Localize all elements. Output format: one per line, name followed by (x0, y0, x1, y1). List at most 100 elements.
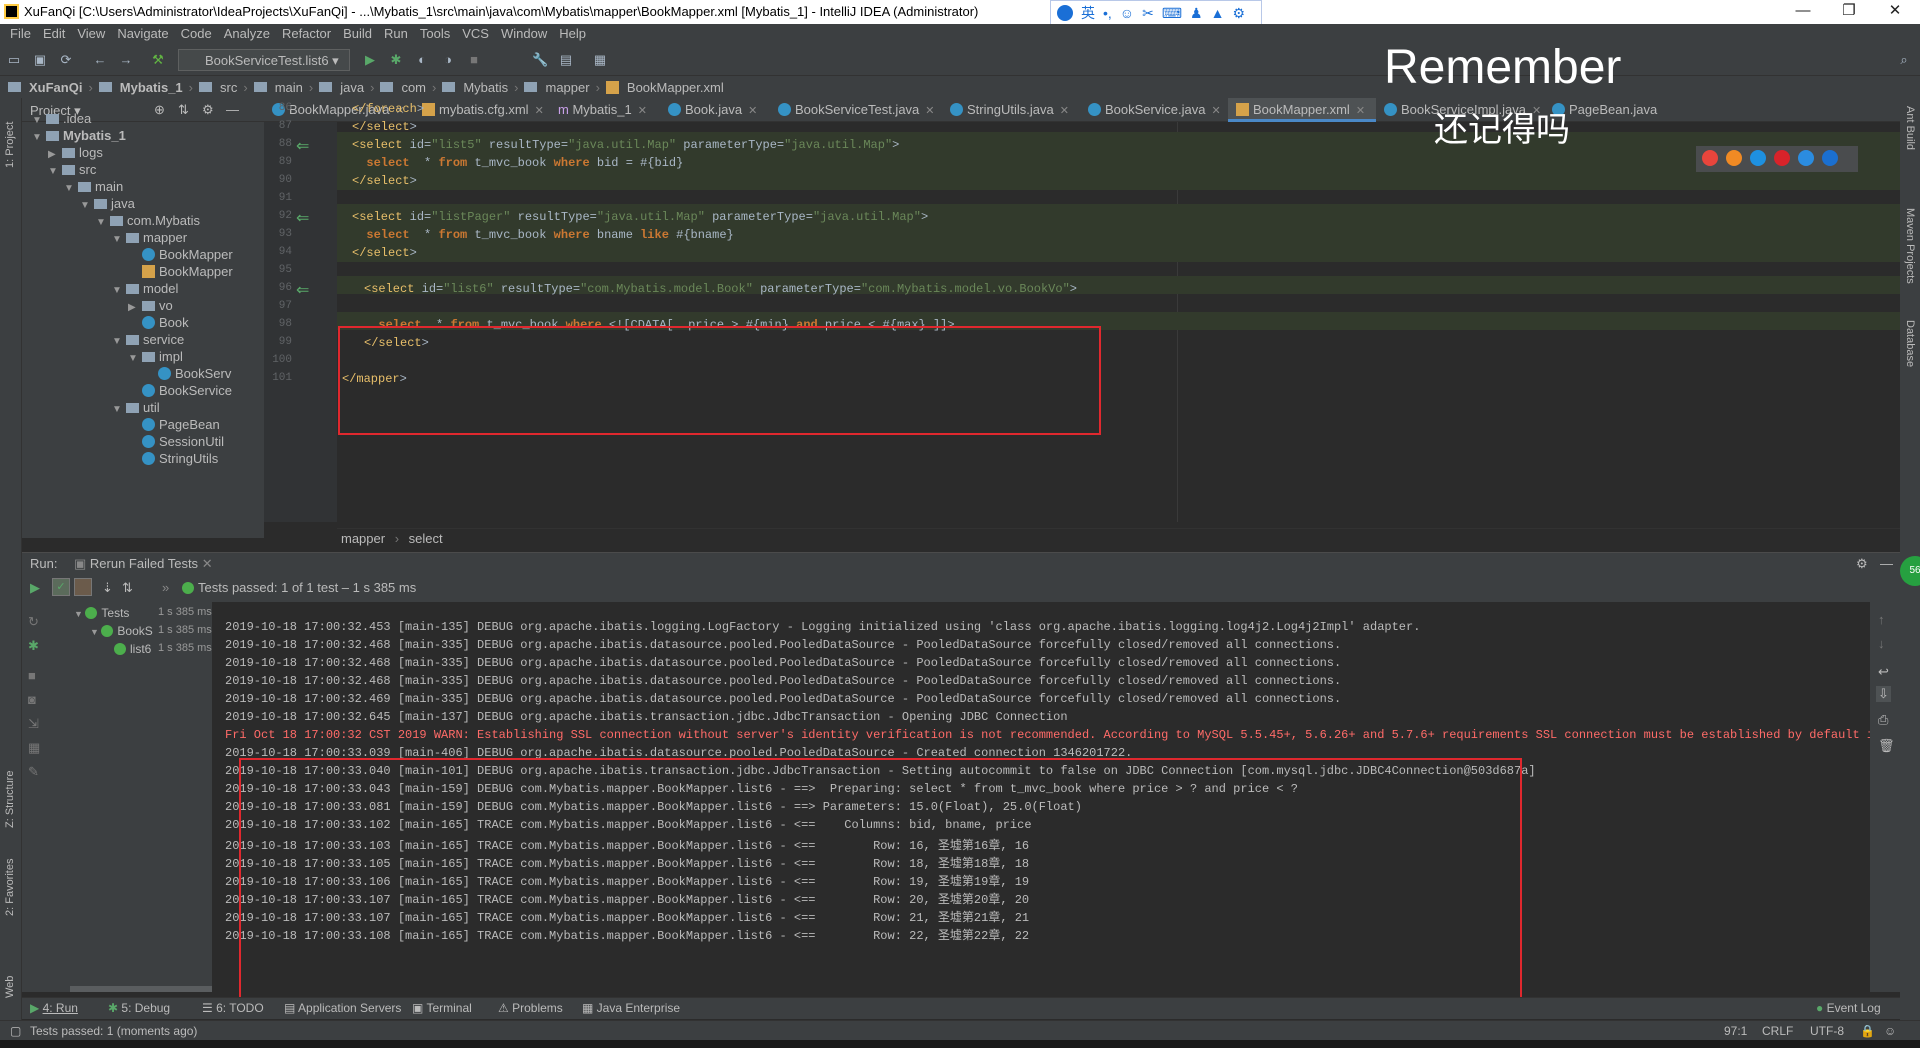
tool-window-structure[interactable]: Z: Structure (4, 771, 16, 828)
test-node[interactable]: ▼ Tests1 s 385 ms (74, 606, 129, 620)
line-separator[interactable]: CRLF (1762, 1024, 1793, 1038)
sort-duration-icon[interactable]: ⇅ (122, 580, 133, 596)
horizontal-scrollbar[interactable] (70, 986, 212, 992)
test-node[interactable]: list61 s 385 ms (114, 642, 151, 656)
save-icon[interactable]: ▣ (32, 52, 48, 68)
camera-icon[interactable]: ◙ (28, 692, 36, 707)
test-node[interactable]: ▼ BookS1 s 385 ms (90, 624, 153, 638)
lock-icon[interactable]: 🔒 (1860, 1024, 1875, 1038)
code-line[interactable]: </mapper> (342, 372, 407, 386)
menu-view[interactable]: View (71, 24, 111, 44)
close-tab-icon[interactable]: ✕ (925, 105, 934, 117)
expand-icon[interactable]: » (162, 580, 169, 595)
locate-icon[interactable]: ⊕ (154, 102, 165, 118)
settings-icon[interactable]: ⚙ (202, 102, 214, 118)
menu-analyze[interactable]: Analyze (218, 24, 276, 44)
tool-window-database[interactable]: Database (1904, 320, 1916, 367)
ime-emoji-icon[interactable]: ☺ (1120, 5, 1134, 21)
tab-mybatis-1[interactable]: m Mybatis_1✕ (550, 98, 660, 122)
code-line[interactable]: select * from t_mvc_book where <![CDATA[… (364, 318, 955, 332)
tool-window-project[interactable]: 1: Project (4, 122, 16, 168)
stop-side-icon[interactable]: ■ (28, 668, 36, 683)
tab-bookservicetest[interactable]: BookServiceTest.java✕ (770, 98, 942, 122)
build-hammer-icon[interactable]: ⚒ (150, 52, 166, 68)
code-line[interactable]: </select> (352, 246, 417, 260)
soft-wrap-icon[interactable]: ↩ (1878, 664, 1889, 680)
expand-arrow-icon[interactable]: ▼ (96, 212, 110, 233)
ime-punct-icon[interactable]: •, (1103, 5, 1112, 21)
code-line[interactable]: <select id="list5" resultType="java.util… (352, 138, 899, 152)
hide-panel-icon[interactable]: — (1880, 556, 1893, 571)
ime-user-icon[interactable]: ♟ (1190, 5, 1203, 22)
forward-icon[interactable]: → (118, 52, 134, 68)
code-line[interactable]: </foreach> (352, 102, 424, 116)
tab-mybatis-cfg[interactable]: mybatis.cfg.xml✕ (414, 98, 550, 122)
implementation-arrow-icon[interactable]: ⇐ (296, 136, 309, 156)
profile-icon[interactable]: ◑ (440, 52, 456, 68)
nav-item[interactable]: Mybatis_1 (120, 80, 183, 95)
show-passed-icon[interactable]: ✓ (52, 578, 70, 596)
print-icon[interactable]: ⎙ (1878, 712, 1888, 728)
expand-arrow-icon[interactable]: ▼ (64, 178, 78, 199)
tool-window-favorites[interactable]: 2: Favorites (4, 859, 16, 916)
menu-edit[interactable]: Edit (37, 24, 71, 44)
caret-position[interactable]: 97:1 (1724, 1024, 1747, 1038)
scroll-to-end-icon[interactable]: ⇩ (1876, 686, 1891, 702)
clear-all-icon[interactable]: 🗑 (1878, 738, 1895, 754)
expand-arrow-icon[interactable]: ▼ (80, 195, 94, 216)
search-everywhere-icon[interactable]: ⌕ (1896, 52, 1912, 68)
expand-arrow-icon[interactable]: ▼ (112, 229, 126, 250)
ime-settings-icon[interactable]: ⚙ (1232, 5, 1245, 22)
close-tab-icon[interactable]: ✕ (1060, 105, 1069, 117)
run-config-select[interactable]: BookServiceTest.list6 ▾ (178, 49, 350, 71)
collapse-icon[interactable]: ⇅ (178, 102, 189, 118)
project-structure-icon[interactable]: ▤ (558, 52, 574, 68)
debug-side-icon[interactable]: ✱ (28, 638, 39, 654)
menu-window[interactable]: Window (495, 24, 553, 44)
ime-voice-icon[interactable]: ✂ (1142, 5, 1154, 22)
tool-tab-terminal[interactable]: ▣ Terminal (412, 1001, 472, 1015)
sdk-icon[interactable]: ▦ (592, 52, 608, 68)
sync-icon[interactable]: ⟳ (58, 52, 74, 68)
breadcrumb-item[interactable]: select (409, 531, 443, 546)
menu-tools[interactable]: Tools (414, 24, 456, 44)
tool-window-maven[interactable]: Maven Projects (1904, 208, 1916, 284)
menu-file[interactable]: File (4, 24, 37, 44)
edge-icon[interactable] (1822, 150, 1838, 166)
rerun-tab[interactable]: ▣ Rerun Failed Tests ✕ (74, 556, 213, 572)
stop-icon[interactable]: ■ (466, 52, 482, 68)
tool-tab-app-servers[interactable]: ▤ Application Servers (284, 1001, 401, 1015)
menu-code[interactable]: Code (175, 24, 218, 44)
ie-icon[interactable] (1798, 150, 1814, 166)
restore-button[interactable]: ❐ (1826, 0, 1872, 24)
firefox-icon[interactable] (1726, 150, 1742, 166)
close-button[interactable]: ✕ (1872, 0, 1918, 24)
menu-refactor[interactable]: Refactor (276, 24, 337, 44)
rerun-icon[interactable]: ▶ (30, 580, 40, 596)
nav-item[interactable]: mapper (545, 80, 589, 95)
close-tab-icon[interactable]: ✕ (1356, 105, 1365, 117)
scroll-down-icon[interactable]: ↓ (1878, 636, 1885, 651)
minimize-button[interactable]: — (1780, 0, 1826, 24)
nav-item[interactable]: src (220, 80, 237, 95)
run-icon[interactable]: ▶ (362, 52, 378, 68)
tab-bookmapper-xml[interactable]: BookMapper.xml✕ (1228, 98, 1376, 122)
nav-item[interactable]: com (401, 80, 426, 95)
code-line[interactable]: </select> (364, 336, 429, 350)
tool-tab-java-enterprise[interactable]: ▦ Java Enterprise (582, 1001, 680, 1015)
inspector-icon[interactable]: ☺ (1884, 1024, 1896, 1038)
scroll-up-icon[interactable]: ↑ (1878, 612, 1885, 627)
pin-icon[interactable]: ✎ (28, 764, 39, 780)
breadcrumb-item[interactable]: mapper (341, 531, 385, 546)
tab-book-java[interactable]: Book.java✕ (660, 98, 770, 122)
coverage-icon[interactable]: ◐ (414, 52, 430, 68)
expand-arrow-icon[interactable]: ▼ (128, 348, 142, 369)
tool-tab-event-log[interactable]: ● Event Log (1816, 1001, 1881, 1015)
file-encoding[interactable]: UTF-8 (1810, 1024, 1844, 1038)
opera-icon[interactable] (1774, 150, 1790, 166)
ime-language[interactable]: 英 (1081, 3, 1095, 23)
open-folder-icon[interactable]: ▭ (6, 52, 22, 68)
sort-alpha-icon[interactable]: ⇣ (102, 580, 113, 596)
tool-tab-debug[interactable]: ✱ 5: Debug (108, 1001, 170, 1015)
nav-item[interactable]: BookMapper.xml (627, 80, 724, 95)
